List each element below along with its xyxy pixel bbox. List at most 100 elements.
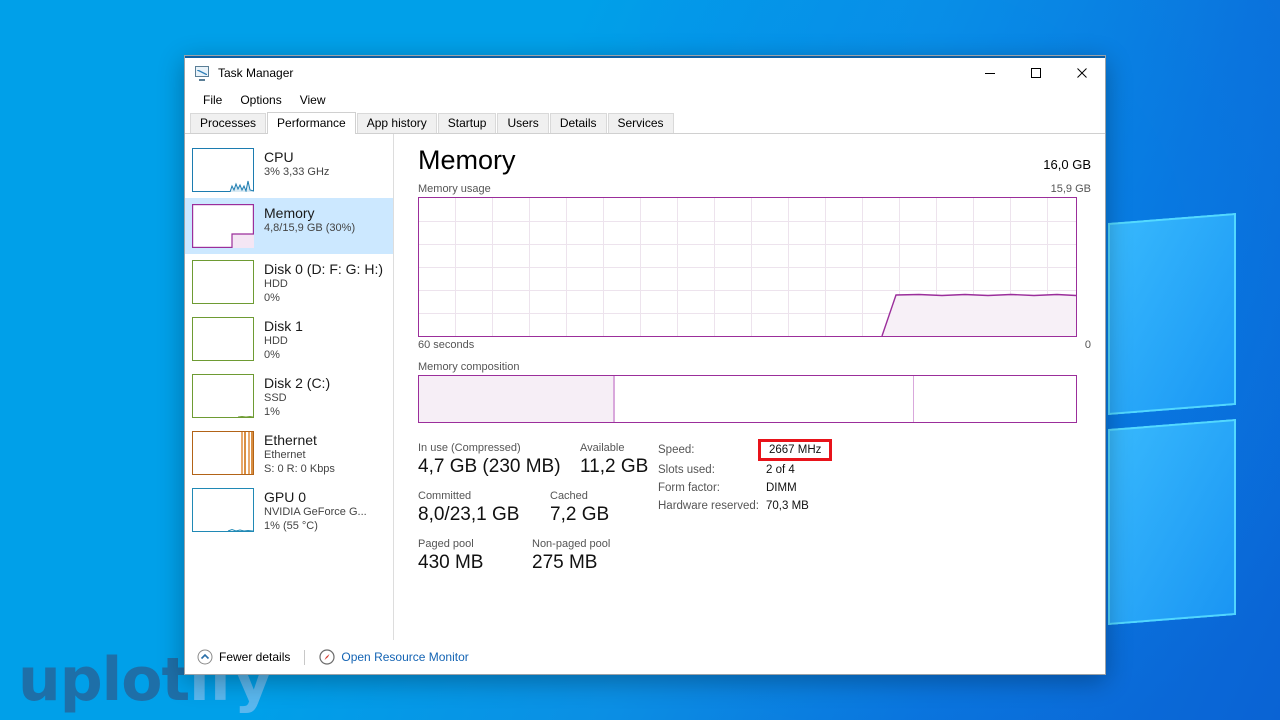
menu-item-view[interactable]: View <box>292 91 334 109</box>
sidebar-disk-2-text: Disk 2 (C:) SSD 1% <box>264 374 330 419</box>
menu-item-file[interactable]: File <box>195 91 230 109</box>
stat-committed-value: 8,0/23,1 GB <box>418 504 520 525</box>
memory-composition-label: Memory composition <box>418 361 520 373</box>
sidebar-ethernet-sub1: Ethernet <box>264 449 306 461</box>
sidebar-disk-2-sub2: 1% <box>264 406 280 418</box>
maximize-button[interactable] <box>1013 58 1059 88</box>
sidebar-item-cpu[interactable]: CPU 3% 3,33 GHz <box>185 142 393 198</box>
sidebar-gpu-0-title: GPU 0 <box>264 489 307 505</box>
page-title: Memory <box>418 145 516 175</box>
memory-usage-graph <box>418 197 1077 337</box>
sidebar-disk-0-title: Disk 0 (D: F: G: H:) <box>264 261 383 277</box>
spec-speed-value-wrap: 2667 MHz <box>758 439 833 461</box>
chevron-up-circle-icon <box>197 649 213 665</box>
stat-in-use: In use (Compressed) 4,7 GB (230 MB) <box>418 441 580 479</box>
sidebar-item-disk-2[interactable]: Disk 2 (C:) SSD 1% <box>185 368 393 425</box>
stat-cached-value: 7,2 GB <box>550 504 610 525</box>
spec-slots-used: Slots used: 2 of 4 <box>658 461 1091 479</box>
menu-item-options[interactable]: Options <box>232 91 289 109</box>
memory-stats: In use (Compressed) 4,7 GB (230 MB) Avai… <box>418 439 1091 585</box>
sidebar-disk-0-sub2: 0% <box>264 292 280 304</box>
open-resource-monitor-label: Open Resource Monitor <box>341 650 469 664</box>
disk-1-thumbnail-graph <box>192 317 254 361</box>
task-manager-window: Task Manager File Options View Processes… <box>184 55 1106 675</box>
sidebar-memory-title: Memory <box>264 205 315 221</box>
usage-graph-footer: 60 seconds 0 <box>418 339 1091 351</box>
spec-speed-key: Speed: <box>658 444 695 456</box>
composition-divider <box>913 376 914 422</box>
spec-speed: Speed: 2667 MHz <box>658 439 1091 461</box>
sidebar-ethernet-title: Ethernet <box>264 432 317 448</box>
memory-composition-bar[interactable] <box>418 375 1077 423</box>
stat-paged-pool-value: 430 MB <box>418 552 484 573</box>
stat-available-value: 11,2 GB <box>580 456 649 477</box>
memory-thumbnail-graph <box>192 204 254 248</box>
spec-slots-used-key: Slots used: <box>658 464 715 476</box>
close-button[interactable] <box>1059 58 1105 88</box>
memory-total: 16,0 GB <box>1043 157 1091 172</box>
tab-services[interactable]: Services <box>607 113 674 133</box>
sidebar-item-memory[interactable]: Memory 4,8/15,9 GB (30%) <box>185 198 393 254</box>
tab-details[interactable]: Details <box>549 113 607 133</box>
sidebar-cpu-title: CPU <box>264 149 294 165</box>
sidebar-ethernet-sub2: S: 0 R: 0 Kbps <box>264 463 335 475</box>
usage-graph-caption: Memory usage 15,9 GB <box>418 183 1091 195</box>
sidebar-gpu-0-sub1: NVIDIA GeForce G... <box>264 506 367 518</box>
sidebar-disk-2-sub1: SSD <box>264 392 287 404</box>
title-bar[interactable]: Task Manager <box>185 58 1105 88</box>
composition-in-use-segment <box>419 376 615 422</box>
spec-hardware-reserved: Hardware reserved: 70,3 MB <box>658 497 1091 515</box>
stat-row-3: Paged pool 430 MB Non-paged pool 275 MB <box>418 537 658 575</box>
fewer-details-button[interactable]: Fewer details <box>197 649 290 665</box>
memory-hardware-specs: Speed: 2667 MHz Slots used: 2 of 4 Form … <box>658 439 1091 585</box>
tab-app-history[interactable]: App history <box>356 113 437 133</box>
performance-sidebar: CPU 3% 3,33 GHz Memory 4,8/15,9 GB (30%)… <box>185 134 394 640</box>
menu-bar: File Options View <box>185 88 1105 112</box>
fewer-details-label: Fewer details <box>219 650 291 664</box>
stat-row-1: In use (Compressed) 4,7 GB (230 MB) Avai… <box>418 441 658 479</box>
open-resource-monitor-link[interactable]: Open Resource Monitor <box>319 649 469 665</box>
spec-form-factor-value: DIMM <box>766 482 797 494</box>
sidebar-memory-text: Memory 4,8/15,9 GB (30%) <box>264 204 355 235</box>
sidebar-item-disk-0[interactable]: Disk 0 (D: F: G: H:) HDD 0% <box>185 254 393 311</box>
memory-usage-chart <box>419 198 1076 336</box>
resource-monitor-icon <box>319 649 335 665</box>
window-title: Task Manager <box>218 66 294 80</box>
stat-available: Available 11,2 GB <box>580 441 648 479</box>
spec-slots-used-value: 2 of 4 <box>766 464 795 476</box>
stat-non-paged-pool-label: Non-paged pool <box>532 538 611 550</box>
sidebar-disk-1-sub1: HDD <box>264 335 288 347</box>
stat-available-label: Available <box>580 442 625 454</box>
spec-hardware-reserved-key: Hardware reserved: <box>658 500 759 512</box>
sidebar-disk-1-sub2: 0% <box>264 349 280 361</box>
status-bar: Fewer details Open Resource Monitor <box>185 640 1105 674</box>
sidebar-gpu-0-text: GPU 0 NVIDIA GeForce G... 1% (55 °C) <box>264 488 367 533</box>
sidebar-cpu-sub1: 3% 3,33 GHz <box>264 166 330 178</box>
watermark-dark-text: uplot <box>18 645 190 715</box>
stat-committed: Committed 8,0/23,1 GB <box>418 489 550 527</box>
status-bar-separator <box>304 649 306 665</box>
tab-processes[interactable]: Processes <box>190 113 267 133</box>
cpu-thumbnail-graph <box>192 148 254 192</box>
usage-graph-time-span: 60 seconds <box>418 339 475 351</box>
windows-logo-pane-top <box>1108 212 1236 416</box>
tab-users[interactable]: Users <box>497 113 549 133</box>
stat-in-use-value: 4,7 GB (230 MB) <box>418 456 561 477</box>
sidebar-disk-2-title: Disk 2 (C:) <box>264 375 331 391</box>
stat-in-use-label: In use (Compressed) <box>418 442 521 454</box>
minimize-button[interactable] <box>967 58 1013 88</box>
detail-header: Memory 16,0 GB <box>418 144 1091 176</box>
sidebar-disk-0-text: Disk 0 (D: F: G: H:) HDD 0% <box>264 260 383 305</box>
stat-row-2: Committed 8,0/23,1 GB Cached 7,2 GB <box>418 489 658 527</box>
sidebar-gpu-0-sub2: 1% (55 °C) <box>264 520 318 532</box>
tab-performance[interactable]: Performance <box>267 112 356 134</box>
windows-logo-pane-bottom <box>1108 418 1236 626</box>
sidebar-item-disk-1[interactable]: Disk 1 HDD 0% <box>185 311 393 368</box>
sidebar-disk-1-text: Disk 1 HDD 0% <box>264 317 303 362</box>
usage-graph-label: Memory usage <box>418 183 491 195</box>
memory-detail-panel: Memory 16,0 GB Memory usage 15,9 GB 60 s… <box>394 134 1105 640</box>
sidebar-item-ethernet[interactable]: Ethernet Ethernet S: 0 R: 0 Kbps <box>185 425 393 482</box>
sidebar-item-gpu-0[interactable]: GPU 0 NVIDIA GeForce G... 1% (55 °C) <box>185 482 393 539</box>
spec-form-factor: Form factor: DIMM <box>658 479 1091 497</box>
tab-startup[interactable]: Startup <box>437 113 497 133</box>
